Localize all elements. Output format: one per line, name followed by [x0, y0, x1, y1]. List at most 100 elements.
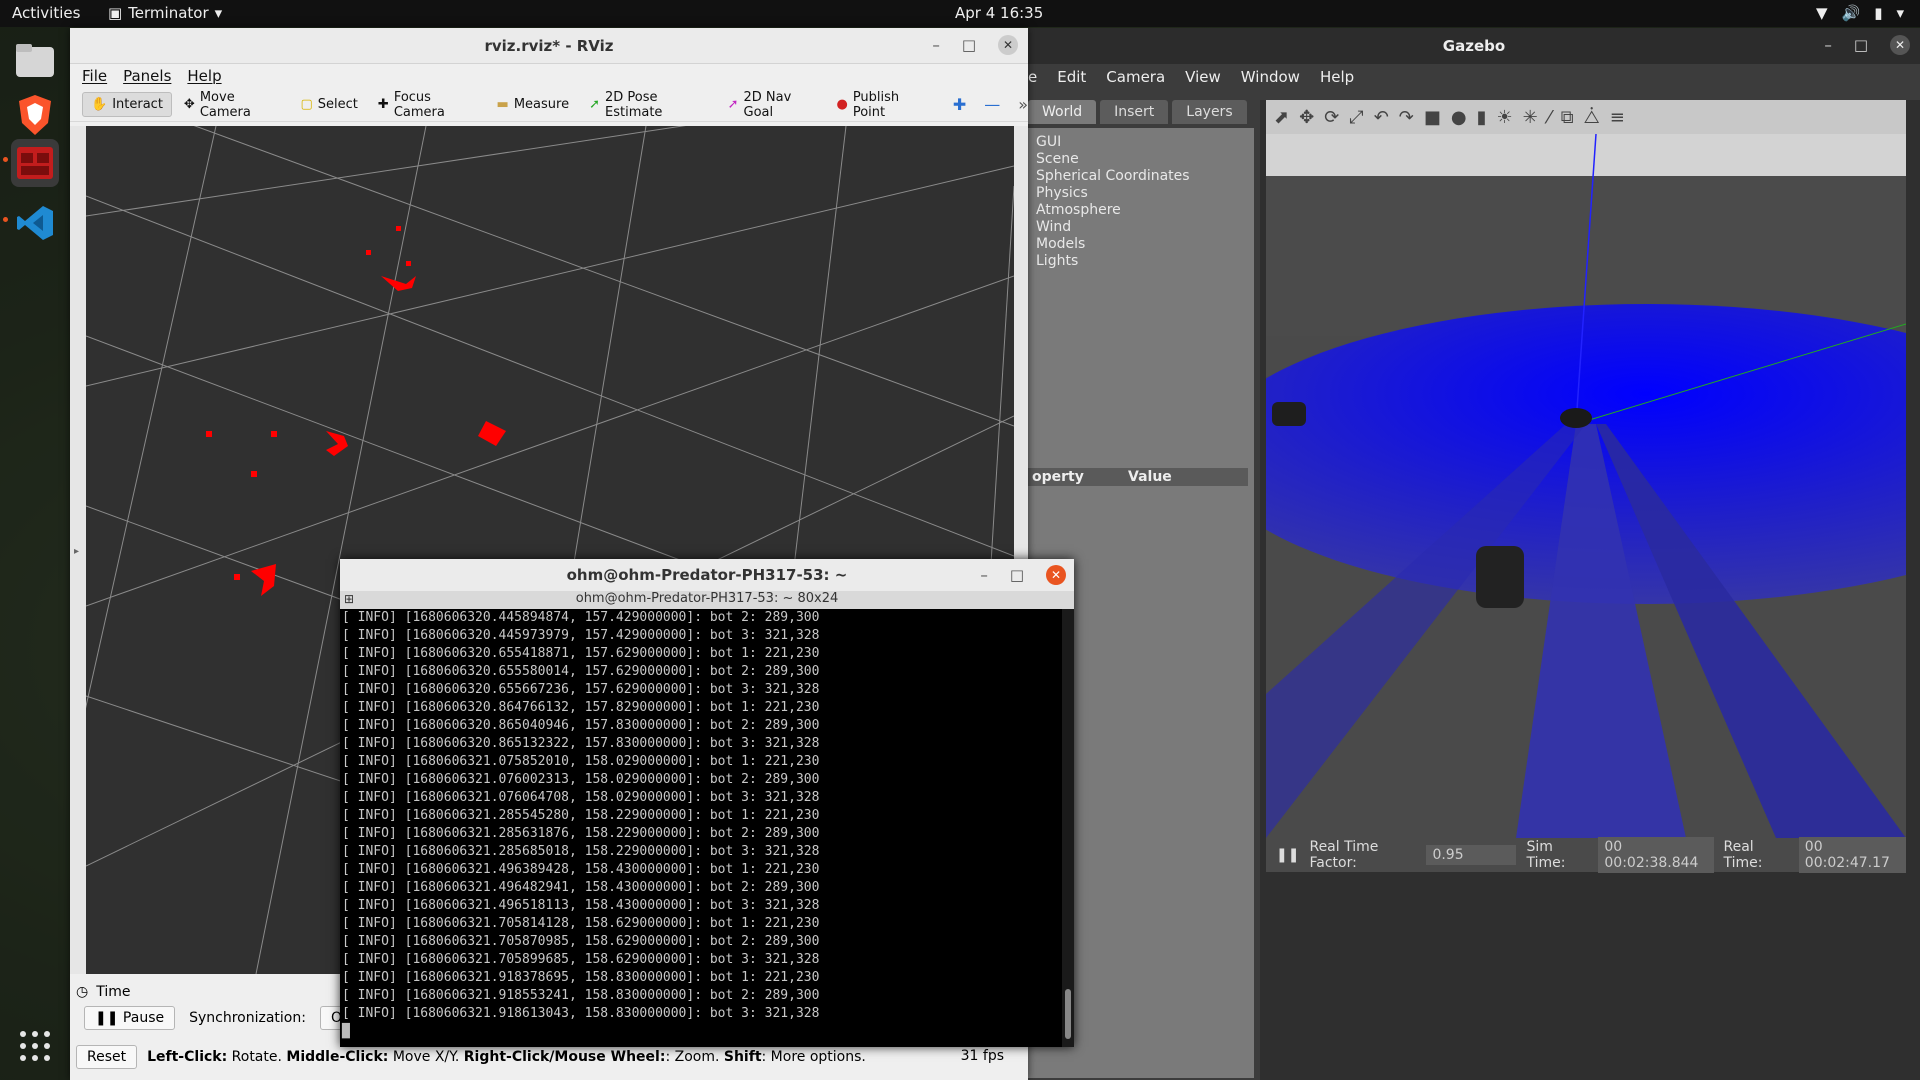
rotate-mode-icon[interactable]: ⟳ [1324, 107, 1339, 128]
menu-help[interactable]: Help [1320, 68, 1354, 86]
system-tray[interactable]: ▼ 🔊 ▮ ▾ [1816, 4, 1904, 22]
tool-interact[interactable]: ✋ Interact [82, 92, 172, 117]
gazebo-status-bar: ❚❚ Real Time Factor: 0.95 Sim Time: 00 0… [1266, 837, 1906, 873]
redo-icon[interactable]: ↷ [1399, 107, 1414, 128]
robot-model[interactable] [1560, 408, 1592, 428]
directional-light-icon[interactable]: ⁄ [1548, 107, 1551, 128]
point-light-icon[interactable]: ☀ [1497, 107, 1513, 128]
menu-file[interactable]: File [82, 67, 107, 85]
menu-view[interactable]: View [1185, 68, 1221, 86]
spot-light-icon[interactable]: ✳ [1523, 107, 1538, 128]
reset-button[interactable]: Reset [76, 1045, 138, 1069]
activities-button[interactable]: Activities [12, 4, 80, 22]
value-column-header: Value [1128, 469, 1172, 485]
world-tree: GUI Scene Spherical Coordinates Physics … [1036, 134, 1190, 270]
terminal-subtitle: ohm@ohm-Predator-PH317-53: ~ 80x24 [575, 591, 839, 606]
expand-arrow-icon[interactable]: ▸ [74, 546, 79, 557]
wifi-icon: ▼ [1815, 4, 1828, 22]
tool-label: Measure [513, 97, 570, 112]
minimize-icon[interactable]: – [1824, 36, 1832, 54]
left-panel-splitter[interactable]: ▸ [70, 126, 86, 974]
gazebo-scene-render [1266, 134, 1906, 838]
select-mode-icon[interactable]: ⬈ [1274, 107, 1289, 128]
tree-item-scene[interactable]: Scene [1036, 151, 1190, 168]
tree-item-models[interactable]: Models [1036, 236, 1190, 253]
terminal-output[interactable]: [ INFO] [1680606320.445894874, 157.42900… [340, 609, 1062, 1047]
translate-mode-icon[interactable]: ✥ [1299, 107, 1314, 128]
terminal-line: [ INFO] [1680606321.705870985, 158.62900… [342, 934, 820, 949]
property-column-header: operty [1032, 469, 1084, 485]
tool-move-camera[interactable]: ✥ Move Camera [176, 86, 289, 124]
scrollbar-thumb[interactable] [1065, 989, 1071, 1039]
more-tools-icon[interactable]: » [1018, 95, 1028, 114]
tool-2d-nav-goal[interactable]: ➚ 2D Nav Goal [720, 86, 825, 124]
brave-browser-icon[interactable] [11, 91, 59, 139]
close-icon[interactable]: ✕ [1890, 35, 1910, 55]
copy-icon[interactable]: ⧉ [1561, 107, 1574, 128]
fps-counter: 31 fps [960, 1048, 1004, 1064]
undo-icon[interactable]: ↶ [1374, 107, 1389, 128]
tree-item-wind[interactable]: Wind [1036, 219, 1190, 236]
app-menu[interactable]: ▣ Terminator ▾ [108, 4, 222, 22]
terminal-line: [ INFO] [1680606321.285631876, 158.22900… [342, 826, 820, 841]
tab-layers[interactable]: Layers [1172, 100, 1247, 124]
scale-mode-icon[interactable]: ⤢ [1349, 107, 1363, 128]
tool-publish-point[interactable]: ● Publish Point [828, 86, 934, 124]
real-time-label: Real Time: [1723, 839, 1763, 871]
gazebo-titlebar[interactable]: Gazebo – □ ✕ [1028, 28, 1920, 64]
terminal-scrollbar[interactable] [1062, 609, 1074, 1047]
maximize-icon[interactable]: □ [1010, 566, 1024, 584]
align-icon[interactable]: ≡ [1610, 107, 1625, 128]
terminator-icon[interactable] [11, 139, 59, 187]
tab-insert[interactable]: Insert [1100, 100, 1169, 124]
tree-item-atmosphere[interactable]: Atmosphere [1036, 202, 1190, 219]
close-icon[interactable]: ✕ [1046, 565, 1066, 585]
sim-time-value: 00 00:02:38.844 [1598, 837, 1714, 873]
menu-edit[interactable]: Edit [1057, 68, 1086, 86]
pause-icon[interactable]: ❚❚ [1276, 847, 1299, 863]
add-tool-icon[interactable]: ✚ [953, 95, 966, 114]
rviz-titlebar[interactable]: rviz.rviz* - RViz – □ ✕ [70, 28, 1028, 64]
menu-panels[interactable]: Panels [123, 67, 171, 85]
gazebo-3d-view[interactable] [1266, 134, 1906, 838]
minimize-icon[interactable]: – [932, 36, 940, 54]
terminal-grid-icon[interactable]: ⊞ [344, 592, 354, 606]
battery-icon: ▮ [1874, 4, 1883, 22]
menu-window[interactable]: Window [1241, 68, 1300, 86]
tool-label: Focus Camera [393, 89, 445, 120]
paste-icon[interactable]: ⧊ [1584, 107, 1600, 128]
menu-camera[interactable]: Camera [1106, 68, 1165, 86]
menu-file-partial[interactable]: e [1028, 68, 1037, 86]
gazebo-menubar: e Edit Camera View Window Help [1028, 64, 1920, 90]
app-grid-icon[interactable] [11, 1022, 59, 1070]
terminal-line: [ INFO] [1680606321.705899685, 158.62900… [342, 952, 820, 967]
tree-item-physics[interactable]: Physics [1036, 185, 1190, 202]
files-icon[interactable] [11, 37, 59, 85]
robot-model[interactable] [1476, 546, 1524, 608]
terminal-titlebar[interactable]: ohm@ohm-Predator-PH317-53: ~ – □ ✕ [340, 559, 1074, 591]
tool-select[interactable]: ▢ Select [293, 93, 366, 116]
tree-item-spherical-coordinates[interactable]: Spherical Coordinates [1036, 168, 1190, 185]
maximize-icon[interactable]: □ [1854, 36, 1868, 54]
close-icon[interactable]: ✕ [998, 35, 1018, 55]
menu-help[interactable]: Help [187, 67, 221, 85]
robot-model[interactable] [1272, 402, 1306, 426]
tree-item-gui[interactable]: GUI [1036, 134, 1190, 151]
vscode-icon[interactable] [11, 199, 59, 247]
terminal-line: [ INFO] [1680606320.865132322, 157.83000… [342, 736, 820, 751]
pause-button[interactable]: ❚❚ Pause [84, 1006, 176, 1030]
box-shape-icon[interactable]: ■ [1424, 107, 1441, 128]
tool-2d-pose-estimate[interactable]: ➚ 2D Pose Estimate [581, 86, 716, 124]
sphere-shape-icon[interactable]: ● [1451, 107, 1467, 128]
tool-measure[interactable]: ▬ Measure [489, 93, 578, 116]
clock[interactable]: Apr 4 16:35 [955, 4, 1043, 22]
tab-world[interactable]: World [1028, 100, 1097, 124]
remove-tool-icon[interactable]: — [984, 95, 1000, 114]
minimize-icon[interactable]: – [980, 566, 988, 584]
tool-focus-camera[interactable]: ✚ Focus Camera [370, 86, 485, 124]
tree-item-lights[interactable]: Lights [1036, 253, 1190, 270]
maximize-icon[interactable]: □ [962, 36, 976, 54]
terminal-line: [ INFO] [1680606320.655667236, 157.62900… [342, 682, 820, 697]
cylinder-shape-icon[interactable]: ▮ [1477, 107, 1487, 128]
time-controls: ❚❚ Pause Synchronization: Off [84, 1006, 363, 1030]
